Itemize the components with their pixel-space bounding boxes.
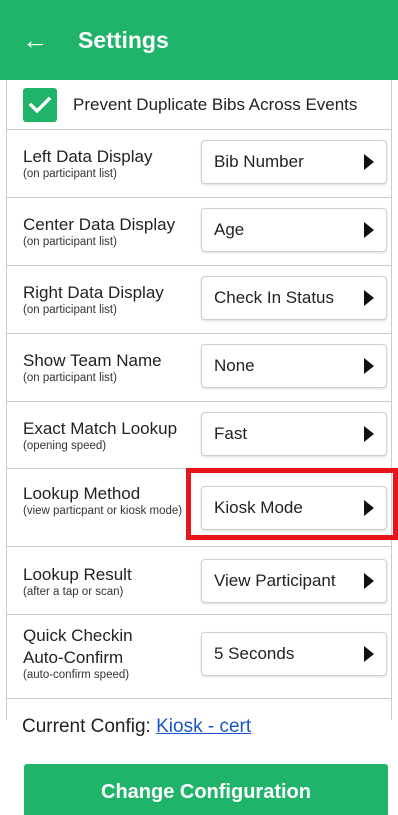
setting-sublabel: (auto-confirm speed) xyxy=(23,669,130,681)
setting-sublabel: (after a tap or scan) xyxy=(23,586,124,598)
play-arrow-icon xyxy=(364,500,374,516)
app-bar: ← Settings xyxy=(0,0,398,80)
left-data-display-select[interactable]: Bib Number xyxy=(201,140,387,184)
play-arrow-icon xyxy=(364,573,374,589)
setting-row-lookup-result: Lookup Result (after a tap or scan) View… xyxy=(7,547,391,615)
change-configuration-button[interactable]: Change Configuration xyxy=(24,764,388,815)
quick-checkin-auto-confirm-select[interactable]: 5 Seconds xyxy=(201,632,387,676)
setting-row-exact-match-lookup: Exact Match Lookup (opening speed) Fast xyxy=(7,402,391,469)
select-value: View Participant xyxy=(214,571,336,590)
setting-label: Lookup Method xyxy=(23,484,141,503)
setting-label: Exact Match Lookup xyxy=(23,419,178,438)
play-arrow-icon xyxy=(364,154,374,170)
play-arrow-icon xyxy=(364,290,374,306)
exact-match-lookup-select[interactable]: Fast xyxy=(201,412,387,456)
setting-label: Right Data Display xyxy=(23,283,164,302)
play-arrow-icon xyxy=(364,646,374,662)
setting-sublabel: (opening speed) xyxy=(23,440,107,452)
select-value: Kiosk Mode xyxy=(214,498,303,517)
setting-label: Lookup Result xyxy=(23,565,132,584)
setting-sublabel: (on participant list) xyxy=(23,372,117,384)
setting-sublabel: (on participant list) xyxy=(23,236,117,248)
right-data-display-select[interactable]: Check In Status xyxy=(201,276,387,320)
select-value: 5 Seconds xyxy=(214,644,295,663)
page-title: Settings xyxy=(78,26,169,53)
setting-sublabel: (view particpant or kiosk mode) xyxy=(23,505,183,517)
play-arrow-icon xyxy=(364,358,374,374)
current-config-link[interactable]: Kiosk - cert xyxy=(156,716,251,737)
setting-row-lookup-method: Lookup Method (view particpant or kiosk … xyxy=(7,469,391,547)
setting-row-show-team-name: Show Team Name (on participant list) Non… xyxy=(7,334,391,402)
play-arrow-icon xyxy=(364,426,374,442)
setting-row-right-data-display: Right Data Display (on participant list)… xyxy=(7,266,391,334)
setting-sublabel: (on participant list) xyxy=(23,304,117,316)
select-value: Age xyxy=(214,220,245,239)
settings-panel: Prevent Duplicate Bibs Across Events Lef… xyxy=(6,80,392,720)
arrow-left-icon[interactable]: ← xyxy=(22,27,62,53)
play-arrow-icon xyxy=(364,222,374,238)
center-data-display-select[interactable]: Age xyxy=(201,208,387,252)
select-value: None xyxy=(214,356,255,375)
select-value: Check In Status xyxy=(214,288,335,307)
setting-label: Center Data Display xyxy=(23,215,176,234)
current-config-label: Current Config: xyxy=(22,716,151,737)
setting-row-quick-checkin-auto-confirm: Quick Checkin Auto-Confirm (auto-confirm… xyxy=(7,615,391,699)
setting-label: Left Data Display xyxy=(23,147,153,166)
prevent-duplicate-bibs-row[interactable]: Prevent Duplicate Bibs Across Events xyxy=(7,80,391,130)
lookup-result-select[interactable]: View Participant xyxy=(201,559,387,603)
setting-label: Show Team Name xyxy=(23,351,162,370)
setting-label: Quick Checkin Auto-Confirm xyxy=(23,626,133,667)
setting-row-left-data-display: Left Data Display (on participant list) … xyxy=(7,130,391,198)
setting-row-center-data-display: Center Data Display (on participant list… xyxy=(7,198,391,266)
lookup-method-select[interactable]: Kiosk Mode xyxy=(201,486,387,530)
prevent-duplicate-bibs-label: Prevent Duplicate Bibs Across Events xyxy=(73,94,358,114)
select-value: Fast xyxy=(214,424,248,443)
current-config: Current Config: Kiosk - cert xyxy=(22,716,251,738)
show-team-name-select[interactable]: None xyxy=(201,344,387,388)
select-value: Bib Number xyxy=(214,152,304,171)
check-icon xyxy=(29,96,51,113)
prevent-duplicate-bibs-checkbox[interactable] xyxy=(23,87,57,122)
setting-sublabel: (on participant list) xyxy=(23,168,117,180)
